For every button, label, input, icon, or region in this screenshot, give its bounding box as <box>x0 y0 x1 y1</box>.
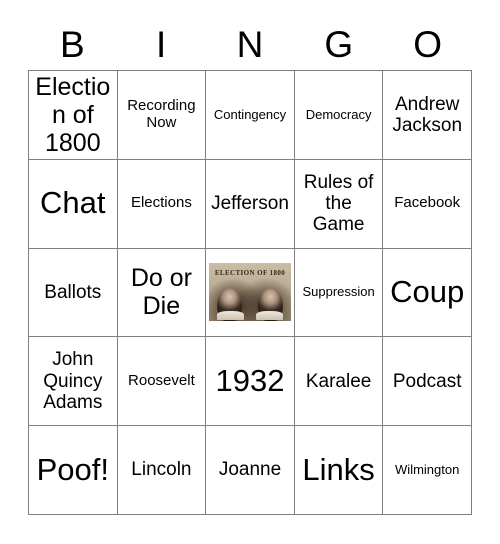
bingo-cell-o3[interactable]: Coup <box>383 248 472 338</box>
election-of-1800-picture: ELECTION OF 1800 <box>209 263 291 322</box>
bingo-cell-n5[interactable]: Joanne <box>206 426 295 515</box>
bingo-cell-label: Ballots <box>44 281 102 303</box>
bingo-cell-o5[interactable]: Wilmington <box>383 426 472 515</box>
bingo-cell-n3-free-image[interactable]: ELECTION OF 1800 <box>206 248 295 338</box>
bingo-cell-label: Karalee <box>305 370 372 392</box>
bingo-header-letter-i: I <box>156 23 167 65</box>
bingo-grid: Election of 1800 Recording Now Contingen… <box>28 70 472 515</box>
election-of-1800-image-caption: ELECTION OF 1800 <box>214 269 286 278</box>
bingo-cell-n4[interactable]: 1932 <box>206 337 295 427</box>
bingo-cell-label: Andrew Jackson <box>392 93 463 136</box>
bingo-cell-label: John Quincy Adams <box>43 349 103 413</box>
bingo-cell-i1[interactable]: Recording Now <box>117 71 207 160</box>
bingo-cell-g5[interactable]: Links <box>294 426 384 515</box>
bingo-cell-i3[interactable]: Do or Die <box>117 248 207 338</box>
bingo-header-letter-o: O <box>413 23 442 65</box>
bingo-cell-label: Election of 1800 <box>35 72 111 157</box>
bingo-cell-label: Chat <box>40 185 106 221</box>
bingo-cell-label: Lincoln <box>131 459 192 481</box>
election-of-1800-image: ELECTION OF 1800 <box>209 263 291 322</box>
bingo-cell-label: Links <box>302 451 375 487</box>
portrait-collar-left <box>216 311 245 321</box>
bingo-cell-b3[interactable]: Ballots <box>29 248 118 338</box>
bingo-cell-label: Coup <box>390 274 465 310</box>
bingo-cell-label: 1932 <box>215 362 285 398</box>
bingo-cell-o1[interactable]: Andrew Jackson <box>383 71 472 160</box>
bingo-cell-label: Rules of the Game <box>303 171 374 236</box>
bingo-cell-label: Suppression <box>302 284 375 300</box>
bingo-cell-o2[interactable]: Facebook <box>383 159 472 249</box>
bingo-header-row: B I N G O <box>28 18 472 70</box>
bingo-cell-b5[interactable]: Poof! <box>29 426 118 515</box>
bingo-cell-label: Joanne <box>218 459 282 481</box>
bingo-header-letter-g: G <box>324 23 354 65</box>
bingo-cell-label: Elections <box>130 194 192 212</box>
bingo-header-letter-b: B <box>60 23 85 65</box>
bingo-cell-label: Contingency <box>213 106 287 122</box>
bingo-card: B I N G O Election of 1800 Recording Now… <box>0 0 500 544</box>
bingo-cell-label: Democracy <box>305 106 372 122</box>
bingo-cell-label: Podcast <box>392 370 462 392</box>
bingo-cell-n1[interactable]: Contingency <box>206 71 295 160</box>
bingo-cell-g1[interactable]: Democracy <box>294 71 384 160</box>
bingo-cell-label: Facebook <box>394 194 461 212</box>
bingo-cell-label: Poof! <box>36 451 109 487</box>
bingo-cell-g4[interactable]: Karalee <box>294 337 384 427</box>
bingo-cell-label: Do or Die <box>130 264 192 321</box>
portrait-collar-right <box>255 311 284 321</box>
bingo-cell-b4[interactable]: John Quincy Adams <box>29 337 118 427</box>
bingo-cell-b1[interactable]: Election of 1800 <box>29 71 118 160</box>
bingo-cell-i2[interactable]: Elections <box>117 159 207 249</box>
bingo-cell-b2[interactable]: Chat <box>29 159 118 249</box>
bingo-cell-n2[interactable]: Jefferson <box>206 159 295 249</box>
bingo-cell-g3[interactable]: Suppression <box>294 248 384 338</box>
bingo-cell-label: Roosevelt <box>128 371 195 389</box>
bingo-cell-label: Recording Now <box>127 97 196 131</box>
bingo-header-letter-n: N <box>236 23 264 65</box>
bingo-cell-label: Jefferson <box>211 193 289 215</box>
bingo-cell-i5[interactable]: Lincoln <box>117 426 207 515</box>
bingo-cell-g2[interactable]: Rules of the Game <box>294 159 384 249</box>
bingo-cell-i4[interactable]: Roosevelt <box>117 337 207 427</box>
bingo-cell-label: Wilmington <box>395 461 460 477</box>
bingo-cell-o4[interactable]: Podcast <box>383 337 472 427</box>
